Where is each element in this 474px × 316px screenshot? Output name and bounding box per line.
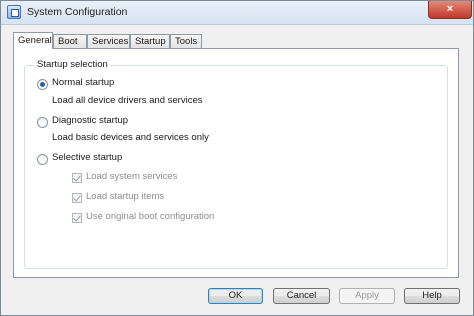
system-configuration-window: System Configuration × General Boot Serv… [0, 0, 474, 316]
normal-startup-radio[interactable] [37, 79, 48, 90]
tab-startup[interactable]: Startup [130, 34, 170, 48]
selective-startup-label[interactable]: Selective startup [52, 152, 122, 163]
normal-startup-description: Load all device drivers and services [52, 95, 203, 106]
normal-startup-label[interactable]: Normal startup [52, 77, 114, 88]
tab-boot[interactable]: Boot [53, 34, 87, 48]
title-bar: System Configuration × [1, 1, 473, 25]
help-button[interactable]: Help [404, 288, 460, 304]
load-startup-items-checkbox[interactable] [72, 193, 82, 203]
group-label: Startup selection [35, 59, 110, 70]
diagnostic-startup-radio[interactable] [37, 117, 48, 128]
selective-startup-radio[interactable] [37, 154, 48, 165]
startup-selection-group: Startup selection Normal startup Load al… [24, 59, 448, 269]
close-button[interactable]: × [428, 1, 472, 19]
load-startup-items-label: Load startup items [86, 191, 165, 202]
use-original-boot-config-checkbox[interactable] [72, 213, 82, 223]
general-tab-panel: Startup selection Normal startup Load al… [13, 48, 459, 278]
msconfig-app-icon [7, 5, 21, 19]
use-original-boot-config-label: Use original boot configuration [86, 211, 215, 222]
apply-button[interactable]: Apply [339, 288, 395, 304]
ok-button[interactable]: OK [208, 288, 263, 304]
tab-services[interactable]: Services [87, 34, 130, 48]
window-title: System Configuration [27, 6, 128, 18]
load-system-services-label: Load system services [86, 171, 178, 182]
diagnostic-startup-description: Load basic devices and services only [52, 132, 209, 143]
cancel-button[interactable]: Cancel [273, 288, 330, 304]
load-system-services-checkbox[interactable] [72, 173, 82, 183]
diagnostic-startup-label[interactable]: Diagnostic startup [52, 115, 128, 126]
tab-general[interactable]: General [13, 32, 53, 49]
tab-tools[interactable]: Tools [170, 34, 202, 48]
